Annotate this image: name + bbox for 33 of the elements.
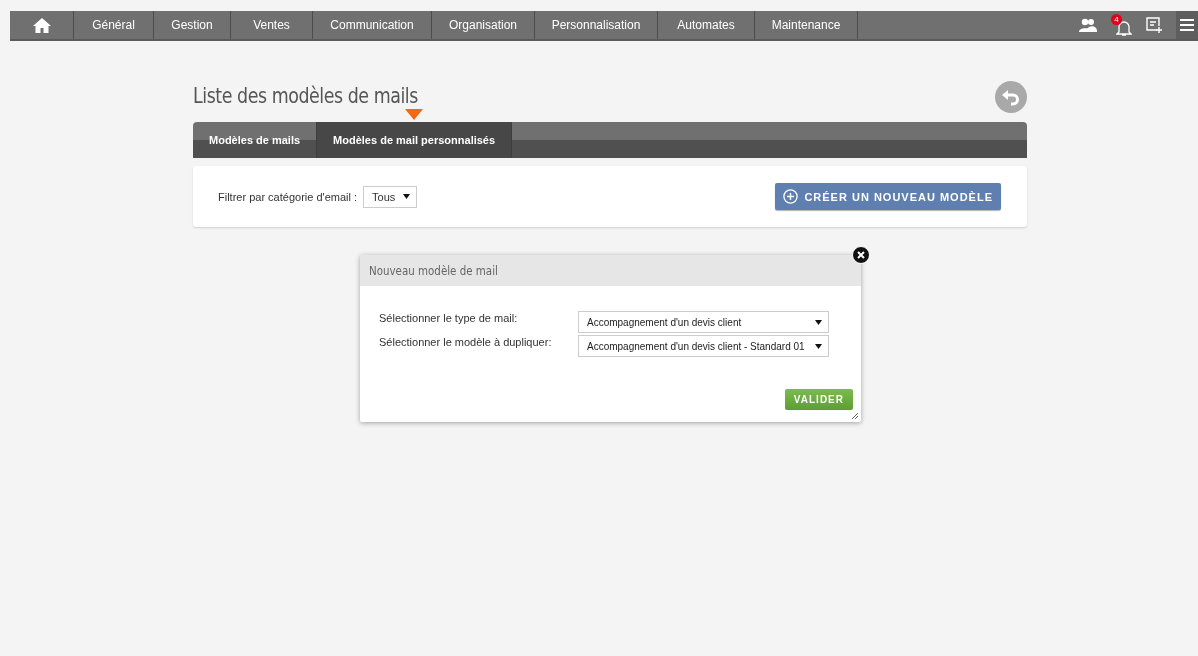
nav-menu-item[interactable]: Communication <box>313 11 432 39</box>
nav-menu-item[interactable]: Général <box>74 11 154 39</box>
close-icon[interactable] <box>852 246 870 264</box>
create-template-button[interactable]: CRÉER UN NOUVEAU MODÈLE <box>775 183 1001 210</box>
nav-menu-item[interactable]: Maintenance <box>755 11 858 39</box>
dialog-title: Nouveau modèle de mail <box>369 263 498 278</box>
plus-circle-icon <box>783 189 799 204</box>
dropdown-arrow-icon <box>815 319 822 325</box>
nav-menu-item[interactable]: Ventes <box>231 11 313 39</box>
submit-button[interactable]: VALIDER <box>784 389 853 410</box>
dropdown-arrow-icon <box>403 194 411 199</box>
category-dropdown[interactable]: Tous <box>363 185 418 208</box>
select-field[interactable]: Accompagnement d'un devis client - Standard 01 <box>578 335 829 357</box>
notification-button[interactable]: 4 <box>1111 13 1132 37</box>
page-title: Liste des modèles de mails <box>193 83 418 108</box>
menu-icon <box>1180 19 1194 31</box>
field-label: Sélectionner le modèle à dupliquer: <box>379 335 553 348</box>
nav-menu-item[interactable]: Gestion <box>154 11 231 39</box>
nav-menu-item[interactable]: Automates <box>658 11 755 39</box>
field-label: Sélectionner le type de mail: <box>379 311 519 324</box>
resize-grip-icon[interactable] <box>852 413 858 419</box>
users-icon[interactable] <box>1079 18 1097 32</box>
bell-icon <box>1116 19 1132 37</box>
notification-badge: 4 <box>1111 13 1122 25</box>
home-icon <box>32 17 51 33</box>
select-field[interactable]: Accompagnement d'un devis client <box>578 311 829 333</box>
nav-menu-item[interactable]: Organisation <box>432 11 535 39</box>
add-note-icon[interactable] <box>1146 17 1162 33</box>
dropdown-arrow-icon <box>815 343 822 349</box>
filter-label: Filtrer par catégorie d'email : <box>218 190 358 203</box>
menu-button[interactable] <box>1176 11 1198 39</box>
nav-menu-item[interactable]: Personnalisation <box>535 11 658 39</box>
active-tab-marker <box>405 109 424 120</box>
